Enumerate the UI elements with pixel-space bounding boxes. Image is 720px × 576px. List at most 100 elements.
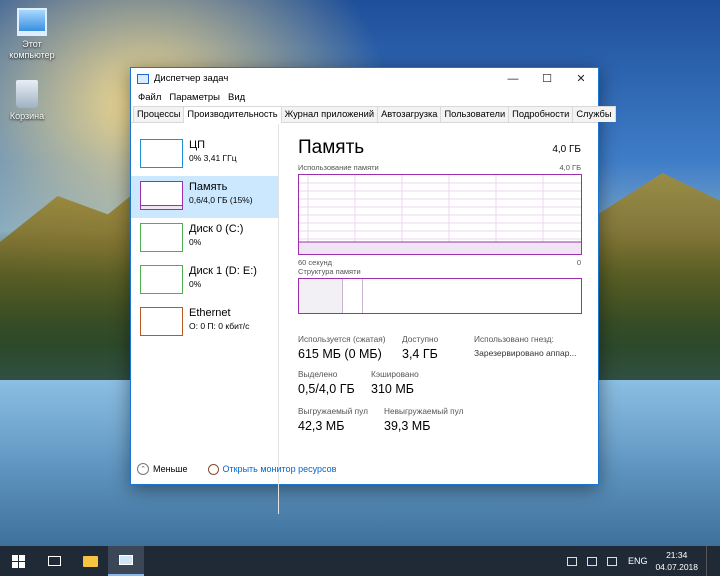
tab-services[interactable]: Службы xyxy=(572,106,616,122)
menu-options[interactable]: Параметры xyxy=(165,92,224,103)
performance-content: ЦП 0% 3,41 ГГц Память 0,6/4,0 ГБ (15%) Дис… xyxy=(131,124,598,514)
tab-processes[interactable]: Процессы xyxy=(133,106,185,122)
open-resource-monitor-link[interactable]: Открыть монитор ресурсов xyxy=(223,464,337,474)
cpu-thumbnail-graph xyxy=(140,139,183,168)
stat-label: Кэшировано xyxy=(371,369,419,379)
stat-paged-pool: Выгружаемый пул 42,3 МБ xyxy=(298,406,368,435)
window-title: Диспетчер задач xyxy=(154,73,229,84)
desktop-icon-label: Корзина xyxy=(9,111,45,121)
ethernet-thumbnail-graph xyxy=(140,307,183,336)
stat-label: Доступно xyxy=(402,334,439,344)
start-button[interactable] xyxy=(0,546,36,576)
sidebar-item-sub: О: 0 П: 0 кбит/с xyxy=(189,321,250,331)
memory-structure-bar xyxy=(298,278,582,314)
taskbar: ENG 21:34 04.07.2018 xyxy=(0,546,720,576)
clock-time: 21:34 xyxy=(666,550,688,560)
stat-value: 0,5/4,0 ГБ xyxy=(298,382,355,396)
graph-time-label: 60 секунд xyxy=(298,258,332,267)
stat-value: 615 МБ (0 МБ) xyxy=(298,347,382,361)
graph-zero-label: 0 xyxy=(576,258,581,267)
sidebar-item-name: Диск 1 (D: E:) xyxy=(189,265,257,277)
minimize-button[interactable]: — xyxy=(496,68,530,89)
stat-label: Невыгружаемый пул xyxy=(384,406,464,416)
tab-performance[interactable]: Производительность xyxy=(183,106,282,123)
menu-file[interactable]: Файл xyxy=(134,92,165,103)
memory-usage-graph xyxy=(298,174,582,255)
stat-label: Выделено xyxy=(298,369,338,379)
tab-startup[interactable]: Автозагрузка xyxy=(377,106,442,122)
fewer-details-button[interactable]: Меньше xyxy=(153,464,188,474)
maximize-button[interactable]: ☐ xyxy=(530,68,564,89)
memory-structure-label: Структура памяти xyxy=(298,267,361,276)
task-manager-window: Диспетчер задач — ☐ ✕ Файл Параметры Вид… xyxy=(130,67,616,514)
disk0-thumbnail-graph xyxy=(140,223,183,252)
title-bar[interactable]: Диспетчер задач — ☐ ✕ xyxy=(131,68,598,89)
sidebar-item-sub: 0% xyxy=(189,279,202,289)
desktop-icon-recycle-bin[interactable]: Корзина xyxy=(0,80,57,122)
sidebar-item-sub: 0,6/4,0 ГБ (15%) xyxy=(189,195,253,205)
sidebar-item-name: Ethernet xyxy=(189,307,231,319)
disk1-thumbnail-graph xyxy=(140,265,183,294)
memory-usage-area xyxy=(299,242,581,254)
stat-value: 310 МБ xyxy=(371,382,414,396)
stat-value: 39,3 МБ xyxy=(384,419,431,433)
stat-label: Выгружаемый пул xyxy=(298,406,368,416)
tab-details[interactable]: Подробности xyxy=(508,106,574,122)
computer-icon xyxy=(17,8,47,36)
desktop-icon-label: Этот компьютер xyxy=(9,39,55,60)
memory-structure-in-use xyxy=(299,279,343,313)
resource-monitor-icon xyxy=(207,463,219,475)
task-manager-taskbar-button[interactable] xyxy=(108,546,144,576)
network-icon[interactable] xyxy=(586,556,597,566)
sidebar-item-disk-0[interactable]: Диск 0 (C:) 0% xyxy=(131,218,278,260)
page-title: Память xyxy=(298,137,365,158)
stat-value: 42,3 МБ xyxy=(298,419,345,433)
tab-users[interactable]: Пользователи xyxy=(440,106,510,122)
sidebar-item-disk-1[interactable]: Диск 1 (D: E:) 0% xyxy=(131,260,278,302)
chevron-up-icon[interactable]: ⌃ xyxy=(137,463,149,475)
sidebar-item-memory[interactable]: Память 0,6/4,0 ГБ (15%) xyxy=(131,176,278,218)
show-desktop-button[interactable] xyxy=(706,546,720,576)
menu-bar: Файл Параметры Вид xyxy=(131,89,598,106)
stat-in-use: Используется (сжатая) 615 МБ (0 МБ) xyxy=(298,334,386,363)
stat-committed: Выделено 0,5/4,0 ГБ xyxy=(298,369,355,398)
stat-label: Использовано гнезд: xyxy=(474,334,554,344)
menu-view[interactable]: Вид xyxy=(224,92,249,103)
sidebar-item-sub: 0% 3,41 ГГц xyxy=(189,153,237,163)
stat-nonpaged-pool: Невыгружаемый пул 39,3 МБ xyxy=(384,406,463,435)
sidebar-item-ethernet[interactable]: Ethernet О: 0 П: 0 кбит/с xyxy=(131,302,278,344)
memory-thumbnail-graph xyxy=(140,181,183,210)
sidebar-item-name: ЦП xyxy=(189,139,206,151)
file-explorer-button[interactable] xyxy=(72,546,108,576)
language-indicator[interactable]: ENG xyxy=(628,556,648,566)
memory-usage-label: Использование памяти xyxy=(298,163,379,172)
stat-available: Доступно 3,4 ГБ xyxy=(402,334,438,363)
volume-icon[interactable] xyxy=(606,556,617,566)
stat-slots: Использовано гнезд: Зарезервировано аппа… xyxy=(474,334,577,361)
sidebar-item-name: Память xyxy=(189,181,228,193)
window-controls: — ☐ ✕ xyxy=(496,68,598,89)
stat-label: Зарезервировано аппар... xyxy=(474,348,577,358)
memory-structure-modified xyxy=(343,279,363,313)
sidebar-item-cpu[interactable]: ЦП 0% 3,41 ГГц xyxy=(131,134,278,176)
window-footer: ⌃ Меньше Открыть монитор ресурсов xyxy=(131,454,598,484)
tab-app-history[interactable]: Журнал приложений xyxy=(280,106,379,122)
stat-cached: Кэшировано 310 МБ xyxy=(371,369,419,398)
desktop-icon-this-pc[interactable]: Этот компьютер xyxy=(2,8,62,61)
notification-icon[interactable] xyxy=(566,556,577,566)
memory-usage-chart xyxy=(299,175,581,254)
system-tray: ENG 21:34 04.07.2018 xyxy=(562,546,720,576)
sidebar-item-name: Диск 0 (C:) xyxy=(189,223,244,235)
windows-logo-icon xyxy=(11,554,25,568)
clock-date: 04.07.2018 xyxy=(655,562,698,572)
clock[interactable]: 21:34 04.07.2018 xyxy=(655,549,698,573)
folder-icon xyxy=(82,555,98,567)
task-view-icon xyxy=(47,556,61,566)
memory-usage-max: 4,0 ГБ xyxy=(559,163,582,172)
stat-value: 3,4 ГБ xyxy=(402,347,438,361)
memory-total: 4,0 ГБ xyxy=(552,144,581,155)
task-view-button[interactable] xyxy=(36,546,72,576)
sidebar-item-sub: 0% xyxy=(189,237,202,247)
close-button[interactable]: ✕ xyxy=(564,68,598,89)
stat-label: Используется (сжатая) xyxy=(298,334,386,344)
